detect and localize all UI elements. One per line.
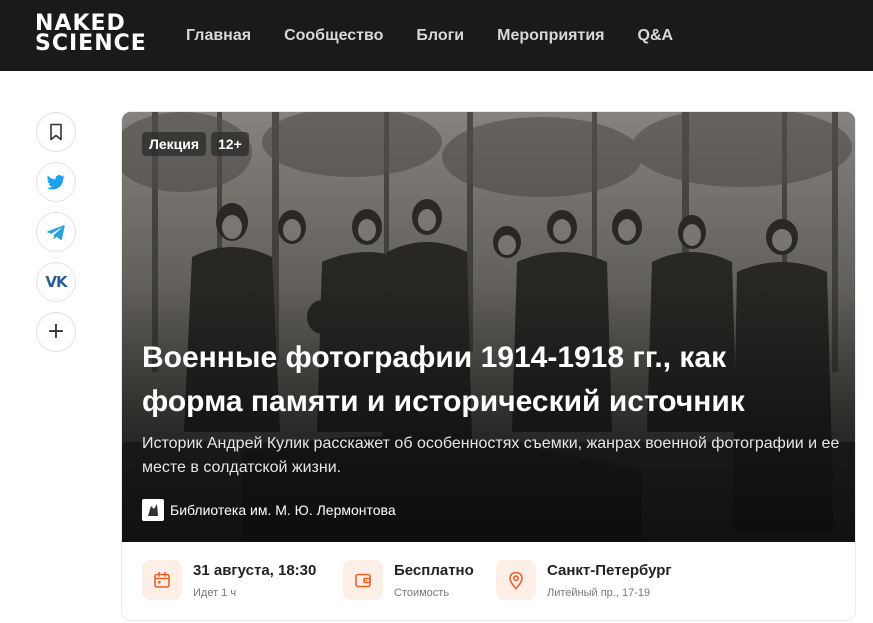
twitter-share-button[interactable] <box>36 162 76 202</box>
logo-bottom: SCIENCE <box>35 31 147 56</box>
nav-item-community[interactable]: Сообщество <box>284 27 383 45</box>
tag-age: 12+ <box>211 132 249 156</box>
event-price-value: Бесплатно <box>394 562 474 579</box>
event-hero[interactable]: Лекция 12+ Военные фотографии 1914-1918 … <box>122 112 855 542</box>
event-city: Санкт-Петербург <box>547 562 672 579</box>
site-header: NAKED SCIENCE Главная Сообщество Блоги М… <box>0 0 873 71</box>
event-price-label: Стоимость <box>394 587 450 599</box>
bookmark-button[interactable] <box>36 112 76 152</box>
more-share-button[interactable]: + <box>36 312 76 352</box>
vk-icon: VK <box>45 273 67 291</box>
calendar-icon <box>142 560 182 600</box>
organizer[interactable]: Библиотека им. М. Ю. Лермонтова <box>142 499 396 521</box>
nav-item-home[interactable]: Главная <box>186 27 251 45</box>
vk-share-button[interactable]: VK <box>36 262 76 302</box>
tag-type: Лекция <box>142 132 206 156</box>
plus-icon: + <box>46 319 66 344</box>
event-info: 31 августа, 18:30 Идет 1 ч Бесплатно Сто… <box>122 542 855 620</box>
bookmark-icon <box>50 123 62 141</box>
location-pin-icon <box>496 560 536 600</box>
organizer-name: Библиотека им. М. Ю. Лермонтова <box>170 502 396 518</box>
event-address: Литейный пр., 17-19 <box>547 587 651 599</box>
telegram-icon <box>47 225 65 240</box>
telegram-share-button[interactable] <box>36 212 76 252</box>
nav-item-events[interactable]: Мероприятия <box>497 27 604 45</box>
main-nav: Главная Сообщество Блоги Мероприятия Q&A <box>186 0 706 71</box>
event-location: Санкт-Петербург Литейный пр., 17-19 <box>496 560 672 601</box>
event-title[interactable]: Военные фотографии 1914-1918 гг., как фо… <box>142 336 832 424</box>
event-duration: Идет 1 ч <box>193 587 237 599</box>
event-date: 31 августа, 18:30 Идет 1 ч <box>142 560 316 601</box>
event-card[interactable]: Лекция 12+ Военные фотографии 1914-1918 … <box>121 111 856 621</box>
share-sidebar: VK + <box>36 112 76 362</box>
event-date-value: 31 августа, 18:30 <box>193 562 317 579</box>
event-price: Бесплатно Стоимость <box>343 560 474 601</box>
twitter-icon <box>47 174 65 190</box>
nav-item-qa[interactable]: Q&A <box>638 27 674 45</box>
site-logo[interactable]: NAKED SCIENCE <box>35 13 159 57</box>
event-subtitle: Историк Андрей Кулик расскажет об особен… <box>142 435 840 476</box>
nav-item-blogs[interactable]: Блоги <box>416 27 464 45</box>
wallet-icon <box>343 560 383 600</box>
organizer-logo <box>142 499 164 521</box>
event-tags: Лекция 12+ <box>142 132 254 156</box>
